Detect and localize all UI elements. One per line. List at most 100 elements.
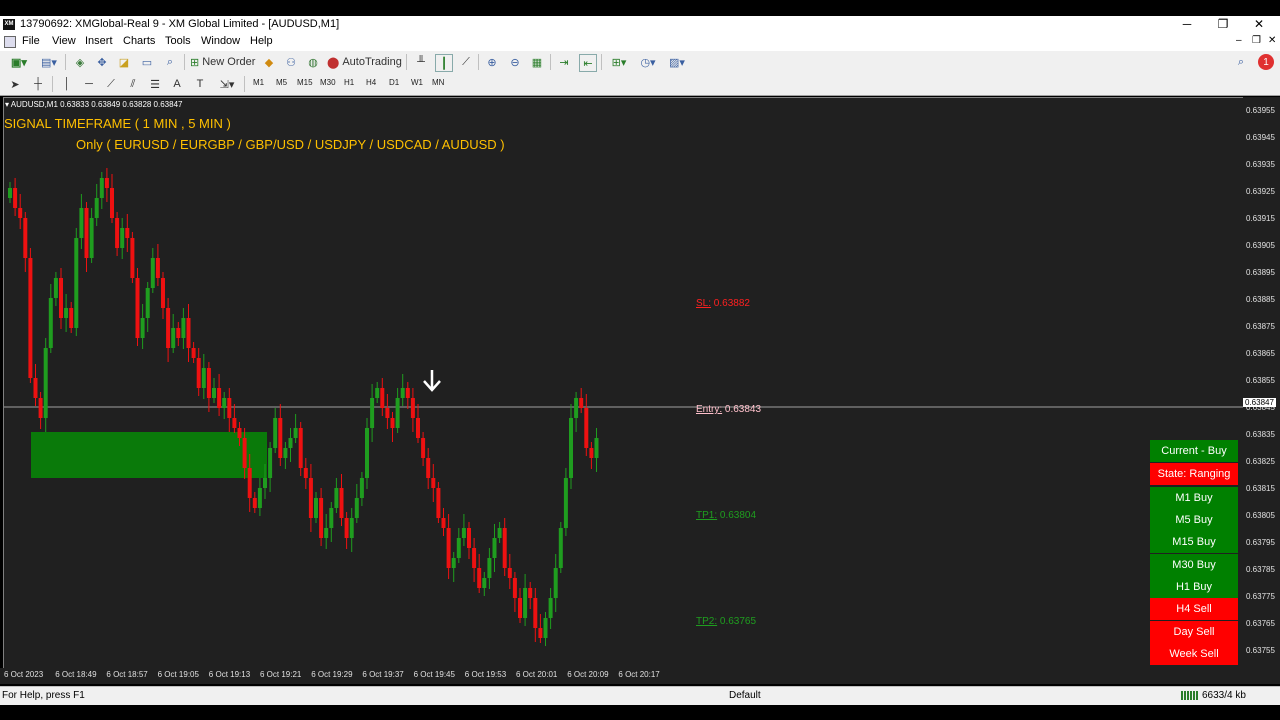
price-tick: 0.63755 — [1246, 646, 1275, 655]
new-chart-icon[interactable]: ▣▾ — [8, 54, 30, 70]
chart-shift-icon[interactable]: ⇤ — [579, 54, 597, 72]
trendline-icon[interactable]: ⟋ — [104, 76, 118, 92]
menu-bar: File View Insert Charts Tools Window Hel… — [0, 33, 1280, 52]
tp1-label: TP1: — [696, 510, 718, 521]
timeframe-m1[interactable]: M1 — [253, 78, 264, 87]
time-tick: 6 Oct 19:21 — [260, 670, 302, 679]
candle-body — [512, 578, 517, 598]
cursor-icon[interactable]: ➤ — [8, 76, 22, 92]
terminal-icon[interactable]: ▭ — [139, 54, 155, 70]
menu-insert[interactable]: Insert — [85, 35, 113, 47]
vertical-line-icon[interactable]: │ — [60, 76, 74, 92]
market-watch-icon[interactable]: ◈ — [72, 54, 88, 70]
templates-icon[interactable]: ▨▾ — [665, 54, 689, 70]
tile-windows-icon[interactable]: ▦ — [529, 54, 545, 70]
pairs-note-label: Only ( EURUSD / EURGBP / GBP/USD / USDJP… — [76, 137, 505, 152]
price-tick: 0.63765 — [1246, 619, 1275, 628]
tp2-value: 0.63765 — [719, 616, 757, 627]
horizontal-line-icon[interactable]: ─ — [82, 76, 96, 92]
timeframe-mn[interactable]: MN — [432, 78, 444, 87]
zoom-out-icon[interactable]: ⊖ — [507, 54, 523, 70]
auto-scroll-icon[interactable]: ⇥ — [556, 54, 572, 70]
candle-body — [64, 308, 69, 318]
metaeditor-icon[interactable]: ◆ — [261, 54, 277, 70]
equidistant-channel-icon[interactable]: ⫽ — [126, 76, 140, 92]
data-window-icon[interactable]: ✥ — [94, 54, 110, 70]
minimize-button[interactable]: ─ — [1171, 16, 1203, 33]
market-icon[interactable]: ◍ — [305, 54, 321, 70]
mdi-minimize-icon[interactable]: – — [1236, 35, 1242, 46]
chart-collapse-icon[interactable]: ▾ — [5, 100, 9, 109]
indicators-icon[interactable]: ⊞▾ — [607, 54, 631, 70]
text-label-icon[interactable]: T — [193, 76, 207, 92]
timeframe-m15[interactable]: M15 — [297, 78, 313, 87]
text-icon[interactable]: A — [170, 76, 184, 92]
candlestick-icon[interactable]: ┃ — [435, 54, 453, 72]
profiles-icon[interactable]: ▤▾ — [38, 54, 60, 70]
notification-icon[interactable]: 1 — [1258, 54, 1274, 70]
menu-help[interactable]: Help — [250, 35, 273, 47]
tp1-value: 0.63804 — [719, 510, 757, 521]
menu-charts[interactable]: Charts — [123, 35, 155, 47]
price-tick: 0.63915 — [1246, 214, 1275, 223]
new-order-button[interactable]: ⊞ New Order — [190, 54, 258, 70]
candlestick-chart[interactable] — [4, 98, 1243, 669]
line-chart-icon[interactable]: ⟋ — [458, 54, 474, 70]
close-button[interactable]: ✕ — [1243, 16, 1275, 33]
timeframe-h1[interactable]: H1 — [344, 78, 354, 87]
chart-area[interactable]: ▾ AUDUSD,M1 0.63833 0.63849 0.63828 0.63… — [3, 97, 1244, 670]
autotrading-button[interactable]: ⬤ AutoTrading — [327, 54, 402, 70]
candle-body — [155, 258, 160, 278]
menu-window[interactable]: Window — [201, 35, 240, 47]
candle-body — [467, 528, 471, 548]
sl-level-label: SL: 0.63882 — [696, 298, 750, 309]
candle-body — [84, 208, 89, 258]
document-icon[interactable] — [4, 36, 16, 48]
candle-body — [543, 618, 548, 638]
candle-body — [410, 398, 415, 418]
timeframe-w1[interactable]: W1 — [411, 78, 423, 87]
price-scale[interactable]: 0.63955 0.63945 0.63935 0.63925 0.63915 0.639… — [1243, 97, 1280, 668]
strategy-tester-icon[interactable]: ⌕ — [162, 54, 178, 70]
time-tick: 6 Oct 19:53 — [464, 670, 507, 679]
price-tick: 0.63905 — [1246, 241, 1275, 250]
menu-tools[interactable]: Tools — [165, 35, 191, 47]
panel-h1: H1 Buy — [1150, 576, 1238, 598]
signals-icon[interactable]: ⚇ — [283, 54, 299, 70]
timeframe-h4[interactable]: H4 — [366, 78, 376, 87]
menu-view[interactable]: View — [52, 35, 76, 47]
candle-body — [201, 368, 206, 388]
panel-m15: M15 Buy — [1150, 531, 1238, 553]
timeframe-m5[interactable]: M5 — [276, 78, 287, 87]
candle-body — [502, 528, 507, 568]
panel-current: Current - Buy — [1150, 440, 1238, 462]
mdi-close-icon[interactable]: ✕ — [1268, 35, 1276, 46]
maximize-button[interactable]: ❐ — [1207, 16, 1239, 33]
navigator-icon[interactable]: ◪ — [116, 54, 132, 70]
candle-body — [257, 488, 262, 508]
mdi-restore-icon[interactable]: ❐ — [1252, 35, 1261, 46]
candle-body — [43, 348, 48, 418]
time-scale[interactable]: 6 Oct 2023 6 Oct 18:49 6 Oct 18:57 6 Oct 19… — [0, 668, 1280, 684]
bar-chart-icon[interactable]: ╨ — [413, 54, 429, 70]
candle-body — [298, 428, 303, 468]
timeframe-d1[interactable]: D1 — [389, 78, 399, 87]
panel-m1: M1 Buy — [1150, 487, 1238, 509]
candle-body — [354, 498, 359, 518]
status-help: For Help, press F1 — [2, 690, 85, 701]
menu-file[interactable]: File — [22, 35, 40, 47]
tp1-level-label: TP1: 0.63804 — [696, 510, 756, 521]
candle-body — [196, 358, 201, 388]
search-icon[interactable]: ⌕ — [1233, 54, 1249, 70]
timeframe-m30[interactable]: M30 — [320, 78, 336, 87]
periods-icon[interactable]: ◷▾ — [636, 54, 660, 70]
panel-week: Week Sell — [1150, 643, 1238, 665]
candle-body — [227, 398, 232, 418]
zoom-in-icon[interactable]: ⊕ — [484, 54, 500, 70]
candle-body — [232, 418, 237, 428]
candle-body — [548, 598, 553, 618]
crosshair-icon[interactable]: ┼ — [31, 76, 45, 92]
shapes-icon[interactable]: ⇲▾ — [216, 76, 238, 92]
fibonacci-icon[interactable]: ☰ — [148, 76, 162, 92]
autotrading-label: AutoTrading — [342, 56, 402, 68]
